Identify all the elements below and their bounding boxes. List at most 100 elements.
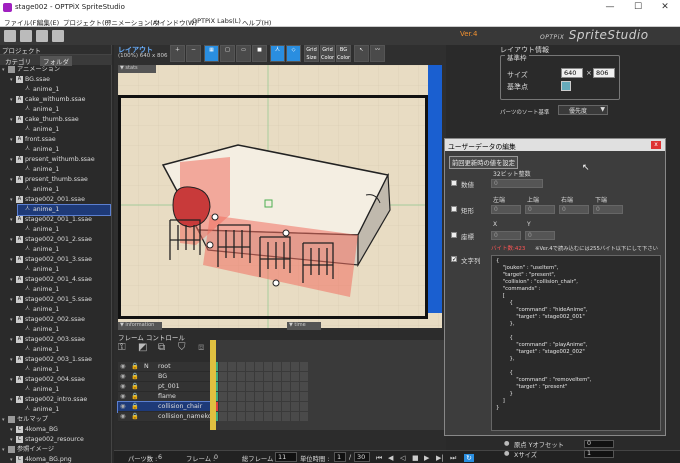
timeline-cell[interactable] (300, 362, 308, 371)
timeline-cell[interactable] (354, 382, 362, 391)
eye-icon[interactable]: ◉ (120, 402, 126, 412)
timeline-cell[interactable] (273, 402, 281, 411)
width-input[interactable]: 640 (561, 68, 583, 78)
menu-edit[interactable]: 編集(E) (37, 17, 59, 27)
timeline-cell[interactable] (273, 412, 281, 421)
timeline-cell[interactable] (291, 372, 299, 381)
tree-item[interactable]: ▾ C 4koma_BG (10, 425, 110, 435)
timeline-cell[interactable] (291, 402, 299, 411)
timeline-cell[interactable] (309, 372, 317, 381)
timeline-cell[interactable] (417, 372, 425, 381)
timeline-cell[interactable] (282, 372, 290, 381)
timeline-cell[interactable] (255, 412, 263, 421)
property-value-input[interactable]: 1 (584, 450, 614, 458)
rect-top-input[interactable]: 0 (525, 205, 555, 214)
timeline-cell[interactable] (246, 392, 254, 401)
tree-item[interactable]: 人 anime_1 (18, 345, 110, 355)
timeline-cell[interactable] (381, 412, 389, 421)
timeline-cell[interactable] (390, 392, 398, 401)
timeline-cell[interactable] (390, 372, 398, 381)
timeline-cell[interactable] (417, 382, 425, 391)
tree-item[interactable]: 人 anime_1 (18, 285, 110, 295)
timeline-cell[interactable] (282, 392, 290, 401)
timeline-cell[interactable] (309, 392, 317, 401)
timeline-cell[interactable] (363, 402, 371, 411)
timeline-cell[interactable] (408, 402, 416, 411)
timeline-cell[interactable] (354, 392, 362, 401)
timeline-cell[interactable] (264, 392, 272, 401)
timeline-cell[interactable] (219, 402, 227, 411)
timeline-cell[interactable] (318, 412, 326, 421)
timeline-cell[interactable] (264, 402, 272, 411)
tree-item[interactable]: ▾ Astage002_003_1.ssae (10, 355, 110, 365)
unit-time-input[interactable]: 1 (334, 452, 346, 462)
timeline-cell[interactable] (372, 372, 380, 381)
timeline-cell[interactable] (417, 402, 425, 411)
first-frame-icon[interactable]: ⏮ (376, 454, 382, 463)
timeline-cell[interactable] (318, 362, 326, 371)
timeline-cell[interactable] (237, 402, 245, 411)
timeline-cell[interactable] (300, 412, 308, 421)
tree-item[interactable]: ▾ Cstage002_resource (10, 435, 110, 445)
timeline-cell[interactable] (228, 362, 236, 371)
timeline-cell[interactable] (264, 372, 272, 381)
total-frames-input[interactable]: 11 (275, 452, 297, 462)
grid-color-button[interactable]: Grid Color (320, 45, 335, 62)
timeline-cell[interactable] (354, 412, 362, 421)
timeline-cell[interactable] (417, 412, 425, 421)
tree-item[interactable]: 人 anime_1 (18, 225, 110, 235)
timeline-cell[interactable] (309, 382, 317, 391)
timeline-cell[interactable] (327, 362, 335, 371)
tree-item[interactable]: 人 anime_1 (18, 185, 110, 195)
timeline-cell[interactable] (336, 382, 344, 391)
timeline-cell[interactable] (408, 372, 416, 381)
timeline-cell[interactable] (264, 412, 272, 421)
eye-icon[interactable]: ◉ (120, 362, 126, 372)
timeline-cell[interactable] (237, 412, 245, 421)
tree-item[interactable]: 人 anime_1 (18, 85, 110, 95)
new-file-icon[interactable] (4, 30, 16, 42)
timeline-cell[interactable] (309, 412, 317, 421)
timeline-cell[interactable] (336, 362, 344, 371)
timeline-cell[interactable] (327, 392, 335, 401)
string-checkbox[interactable]: ✓ (451, 256, 457, 263)
timeline-cell[interactable] (318, 382, 326, 391)
timeline-cell[interactable] (381, 372, 389, 381)
tree-item[interactable]: 人 anime_1 (18, 305, 110, 315)
menu-labs[interactable]: OPTPiX Labs(L) (192, 17, 241, 25)
timeline-cell[interactable] (363, 382, 371, 391)
information-toggle[interactable]: ▼ information (118, 322, 162, 330)
timeline-cell[interactable] (219, 392, 227, 401)
open-folder-icon[interactable] (20, 30, 32, 42)
dialog-close-button[interactable]: x (651, 141, 661, 149)
timeline-cell[interactable] (318, 392, 326, 401)
eye-icon[interactable]: ◉ (120, 382, 126, 392)
grid-icon[interactable]: ▦ (204, 45, 219, 62)
property-value-input[interactable]: 0 (584, 440, 614, 448)
tree-item[interactable]: ▾ C 4koma_BG.png (10, 455, 110, 463)
save-all-icon[interactable] (52, 30, 64, 42)
timeline-cell[interactable] (264, 382, 272, 391)
timeline-cell[interactable] (372, 392, 380, 401)
timeline-cell[interactable] (255, 402, 263, 411)
tree-item[interactable]: 人 anime_1 (18, 145, 110, 155)
timeline-cell[interactable] (381, 392, 389, 401)
tree-folder[interactable]: ▾ アニメーション (2, 65, 110, 75)
timeline-cell[interactable] (345, 392, 353, 401)
timeline-cell[interactable] (354, 402, 362, 411)
time-toggle[interactable]: ▼ time (287, 322, 321, 330)
timeline-cell[interactable] (345, 382, 353, 391)
timeline-cell[interactable] (237, 362, 245, 371)
tree-item[interactable]: ▾ Astage002_intro.ssae (10, 395, 110, 405)
timeline-cell[interactable] (228, 392, 236, 401)
numeric-input[interactable]: 0 (491, 179, 543, 188)
close-button[interactable]: ✕ (652, 0, 678, 15)
timeline-cell[interactable] (363, 362, 371, 371)
timeline-cell[interactable] (372, 382, 380, 391)
timeline-cell[interactable] (390, 362, 398, 371)
tree-item[interactable]: 人 anime_1 (18, 385, 110, 395)
timeline-cell[interactable] (327, 402, 335, 411)
timeline-cell[interactable] (255, 362, 263, 371)
playhead[interactable] (210, 340, 216, 430)
loop-icon[interactable]: ↻ (464, 454, 474, 462)
